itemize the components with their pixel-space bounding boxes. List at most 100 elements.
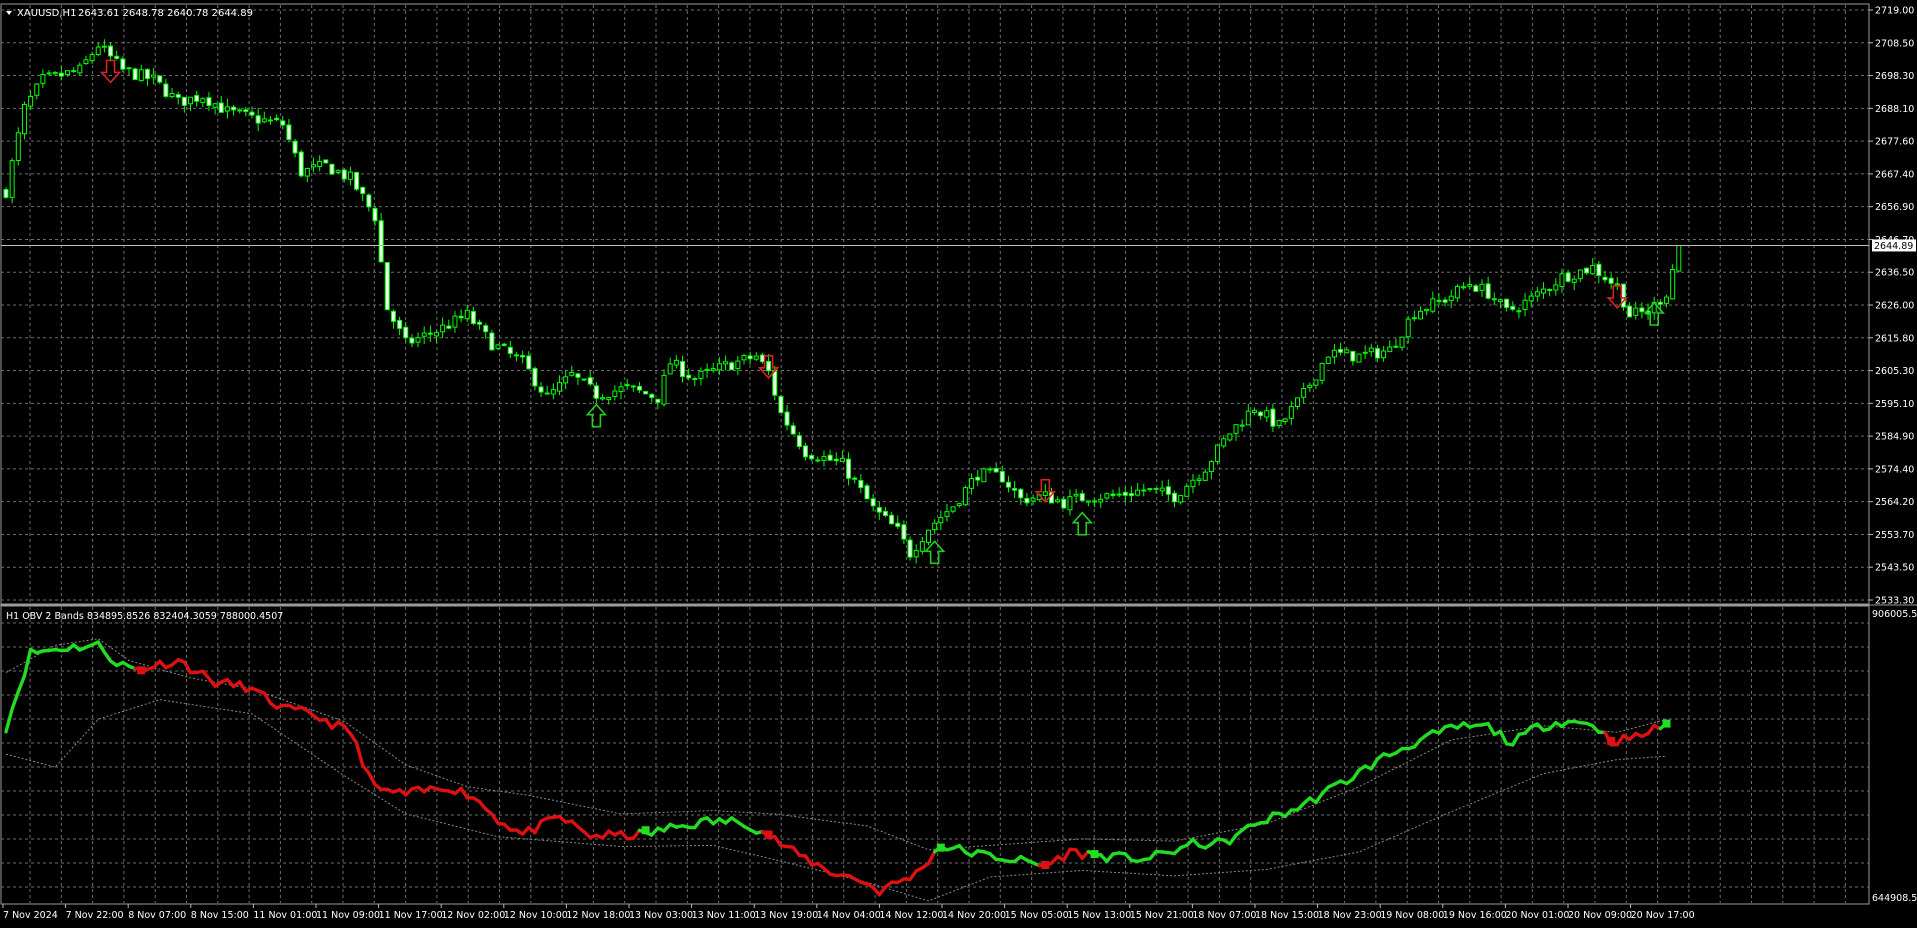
candle-body-bear bbox=[889, 514, 895, 525]
price-tick-label: 2605.30 bbox=[1875, 366, 1914, 377]
candle-body-bear bbox=[827, 454, 833, 461]
candle-body-bull bbox=[926, 529, 931, 543]
obv-up-marker bbox=[1090, 850, 1099, 859]
candle-body-bull bbox=[1288, 406, 1294, 419]
candle-body-bull bbox=[1098, 498, 1104, 503]
candle-body-bull bbox=[9, 160, 15, 198]
time-tick-label: 11 Nov 17:00 bbox=[379, 910, 443, 921]
candle-body-bull bbox=[1042, 491, 1048, 496]
candle-body-bull bbox=[1325, 356, 1331, 364]
candle-body-bull bbox=[1295, 397, 1300, 407]
candle-body-bull bbox=[1393, 345, 1399, 348]
candle-body-bull bbox=[821, 456, 827, 461]
candle-body-bear bbox=[1608, 277, 1614, 284]
candle-body-bull bbox=[1356, 353, 1362, 363]
time-tick-label: 11 Nov 09:00 bbox=[316, 910, 380, 921]
candle-body-bull bbox=[1245, 410, 1251, 426]
candle-body-bull bbox=[335, 170, 341, 173]
ohlc-values: 2643.61 2648.78 2640.78 2644.89 bbox=[78, 8, 253, 19]
candle-body-bull bbox=[1221, 438, 1227, 447]
candle-body-bull bbox=[1147, 488, 1153, 491]
time-tick-label: 7 Nov 2024 bbox=[3, 910, 58, 921]
candle-body-bear bbox=[1270, 408, 1276, 427]
candle-body-bear bbox=[778, 395, 784, 414]
candle-body-bull bbox=[661, 374, 667, 405]
candle-body-bear bbox=[292, 140, 298, 154]
candle-body-bear bbox=[1018, 488, 1024, 499]
candle-body-bull bbox=[1577, 269, 1583, 280]
candle-body-bear bbox=[882, 510, 888, 517]
candle-body-bull bbox=[956, 503, 962, 507]
candle-body-bear bbox=[593, 385, 599, 399]
candle-body-bear bbox=[1485, 283, 1491, 299]
candle-body-bull bbox=[1092, 500, 1098, 503]
candle-body-bull bbox=[753, 355, 759, 360]
candle-body-bear bbox=[870, 498, 876, 507]
candle-body-bull bbox=[1264, 410, 1270, 418]
symbol-label: XAUUSD,H1 bbox=[17, 8, 76, 19]
price-tick-label: 2564.20 bbox=[1875, 497, 1914, 508]
candle-body-bull bbox=[1547, 289, 1553, 292]
candle-body-bull bbox=[1104, 493, 1110, 499]
candle-body-bull bbox=[1227, 433, 1233, 441]
candle-body-bear bbox=[477, 321, 483, 325]
candle-body-bull bbox=[1411, 317, 1417, 320]
candle-body-bull bbox=[913, 550, 919, 558]
candle-body-bear bbox=[747, 355, 753, 360]
candle-body-bear bbox=[489, 332, 495, 351]
candle-body-bull bbox=[606, 397, 612, 400]
candle-body-bull bbox=[1590, 265, 1596, 275]
candle-body-bear bbox=[999, 471, 1005, 483]
candle-body-bull bbox=[1276, 420, 1282, 426]
candle-body-bull bbox=[452, 315, 458, 328]
time-tick-label: 13 Nov 11:00 bbox=[692, 910, 756, 921]
obv-up-marker bbox=[1662, 719, 1671, 728]
candle-body-bull bbox=[938, 517, 944, 524]
candle-body-bull bbox=[1399, 336, 1405, 348]
candle-body-bear bbox=[108, 45, 114, 57]
price-tick-label: 2543.50 bbox=[1875, 563, 1914, 574]
candle-body-bull bbox=[1633, 307, 1639, 316]
candle-body-bear bbox=[360, 186, 366, 195]
candle-body-bear bbox=[378, 220, 384, 263]
candle-body-bull bbox=[1454, 285, 1460, 299]
candle-body-bull bbox=[311, 164, 316, 168]
candle-body-bear bbox=[354, 171, 360, 190]
candle-body-bear bbox=[458, 315, 464, 319]
candle-body-bear bbox=[114, 55, 120, 59]
candle-body-bear bbox=[446, 325, 452, 329]
candle-body-bear bbox=[784, 411, 790, 426]
candle-body-bull bbox=[77, 64, 83, 74]
time-tick-label: 11 Nov 01:00 bbox=[253, 910, 317, 921]
time-tick-label: 8 Nov 15:00 bbox=[191, 910, 249, 921]
time-tick-label: 15 Nov 05:00 bbox=[1005, 910, 1069, 921]
candle-body-bear bbox=[876, 507, 882, 513]
candle-body-bull bbox=[1559, 273, 1565, 287]
candle-body-bull bbox=[741, 354, 747, 361]
chart-terminal[interactable]: 2719.00 2708.50 2698.30 2688.10 2677.60 2667.… bbox=[0, 0, 1917, 928]
candle-body-bull bbox=[1405, 318, 1411, 338]
candle-body-bull bbox=[65, 70, 70, 76]
candle-body-bear bbox=[803, 445, 808, 458]
current-price-marker: 2644.89 bbox=[1872, 239, 1916, 252]
candle-body-bull bbox=[704, 368, 710, 371]
candle-body-bear bbox=[280, 120, 286, 126]
time-tick-label: 12 Nov 02:00 bbox=[441, 910, 505, 921]
candle-body-bear bbox=[1350, 350, 1356, 362]
candle-body-bear bbox=[1473, 285, 1479, 292]
time-tick-label: 18 Nov 15:00 bbox=[1255, 910, 1319, 921]
candle-body-bull bbox=[1448, 295, 1454, 301]
candle-body-bull bbox=[52, 71, 58, 75]
candle-body-bull bbox=[212, 103, 218, 108]
candle-body-bear bbox=[993, 468, 999, 473]
candle-body-bull bbox=[169, 93, 175, 97]
candle-body-bear bbox=[144, 68, 150, 80]
candle-body-bear bbox=[636, 385, 642, 391]
candle-body-bull bbox=[15, 132, 21, 161]
candle-body-bear bbox=[255, 115, 261, 124]
price-tick-label: 2688.10 bbox=[1875, 104, 1914, 115]
candle-body-bear bbox=[643, 390, 649, 395]
price-tick-label: 2595.10 bbox=[1875, 399, 1914, 410]
candle-body-bear bbox=[852, 477, 858, 480]
candle-body-bear bbox=[895, 522, 901, 527]
